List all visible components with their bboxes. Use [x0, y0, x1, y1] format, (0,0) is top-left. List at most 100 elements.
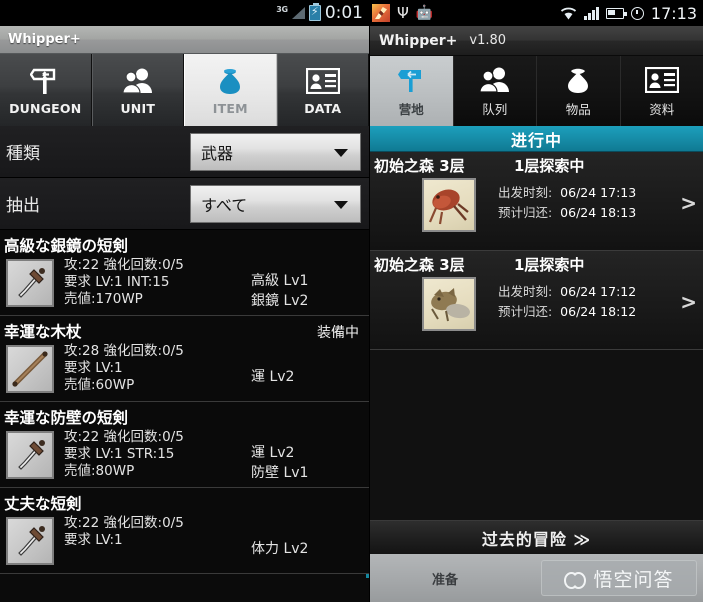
mission-location: 初始之森 3层: [374, 256, 465, 274]
item-name: 高級な銀鏡の短剣: [4, 237, 129, 255]
item-stats: 攻:28 強化回数:0/5 要求 LV:1 売値:60WP: [54, 343, 251, 394]
status-clock: 17:13: [650, 3, 697, 23]
item-tags: 運 Lv2: [251, 343, 369, 397]
tab-dungeon-label: DUNGEON: [9, 101, 82, 116]
right-status-bar: Ψ 🤖 17:13: [370, 0, 703, 26]
item-attack: 攻:28 強化回数:0/5: [64, 343, 184, 359]
mission-status: 1层探索中: [514, 256, 585, 274]
tab-item-label: ITEM: [212, 101, 248, 116]
right-tab-bar[interactable]: 营地 队列 物品 资料: [370, 56, 703, 126]
mission-location: 初始之森 3层: [374, 157, 465, 175]
item-stats: 攻:22 強化回数:0/5 要求 LV:1 INT:15 売値:170WP: [54, 257, 251, 308]
item-name: 丈夫な短剣: [4, 495, 82, 513]
filter-type-label: 種類: [6, 144, 40, 164]
mission-times: 出发时刻: 06/24 17:13 预计归还: 06/24 18:13: [476, 178, 636, 232]
mission-row[interactable]: 初始之森 3层 1层探索中 出发时刻: 06/24 17:12 预计归还: 06…: [370, 251, 703, 350]
battery-icon: [605, 7, 627, 19]
dagger-icon: [6, 259, 54, 307]
right-title-bar: Whipper+ v1.80: [370, 26, 703, 56]
tab-items-label: 物品: [565, 102, 591, 117]
mission-status: 1层探索中: [514, 157, 585, 175]
past-adventures-button[interactable]: 过去的冒险 ≫: [370, 520, 703, 554]
item-requirement: 要求 LV:1 INT:15: [64, 274, 170, 290]
status-clock: 0:01: [324, 3, 363, 23]
filter-extract-value: すべて: [201, 195, 248, 215]
item-attack: 攻:22 強化回数:0/5: [64, 257, 184, 273]
list-item[interactable]: 高級な銀鏡の短剣 攻:22 強化回数:0/5 要求 LV:1 INT:15 売値…: [0, 230, 369, 316]
android-robot-icon: 🤖: [415, 5, 434, 21]
item-price: 売値:170WP: [64, 291, 143, 307]
item-tag: 防壁 Lv1: [251, 465, 309, 481]
tab-item[interactable]: ITEM: [184, 54, 277, 126]
prepare-label: 准备: [432, 572, 459, 588]
tab-profile[interactable]: 资料: [620, 56, 703, 126]
monster-portrait-icon: [422, 277, 476, 331]
item-tag: 運 Lv2: [251, 445, 295, 461]
dual-phone-screenshot: 3G 0:01 Whipper+ DUNGEON: [0, 0, 703, 602]
tab-profile-label: 资料: [649, 102, 675, 117]
item-header: 幸運な木杖 装備中: [0, 318, 369, 343]
mission-return: 预计归还: 06/24 18:13: [498, 205, 637, 220]
item-list[interactable]: 高級な銀鏡の短剣 攻:22 強化回数:0/5 要求 LV:1 INT:15 売値…: [0, 230, 369, 578]
item-attack: 攻:22 強化回数:0/5: [64, 515, 184, 531]
right-phone-panel: Ψ 🤖 17:13 Whipper+ v1.80 营地 队列 物品 资料 进行中…: [369, 0, 703, 602]
tab-camp[interactable]: 营地: [370, 56, 454, 126]
mission-row[interactable]: 初始之森 3层 1层探索中 出发时刻: 06/24 17:13 预计归还: 06…: [370, 152, 703, 251]
left-title-bar: Whipper+: [0, 26, 369, 54]
item-tag: 高級 Lv1: [251, 273, 309, 289]
filter-row-extract: 抽出 すべて: [0, 178, 369, 230]
tab-dungeon[interactable]: DUNGEON: [0, 54, 92, 126]
item-equipped-badge: 装備中: [317, 325, 359, 341]
battery-charging-icon: [308, 3, 321, 21]
item-tag: 運 Lv2: [251, 369, 295, 385]
mission-body: 出发时刻: 06/24 17:13 预计归还: 06/24 18:13: [370, 178, 703, 232]
item-attack: 攻:22 強化回数:0/5: [64, 429, 184, 445]
signpost-icon: [30, 64, 60, 98]
item-body: 攻:28 強化回数:0/5 要求 LV:1 売値:60WP 運 Lv2: [0, 343, 369, 397]
tab-items[interactable]: 物品: [537, 56, 621, 126]
tab-camp-label: 营地: [398, 102, 424, 117]
tab-unit-label: UNIT: [120, 101, 156, 116]
left-tab-bar[interactable]: DUNGEON UNIT ITEM DATA: [0, 54, 369, 126]
tab-queue[interactable]: 队列: [453, 56, 537, 126]
item-name: 幸運な木杖: [4, 323, 82, 341]
item-header: 丈夫な短剣: [0, 490, 369, 515]
android-system-bar: 准备 悟空问答: [370, 554, 703, 602]
banner-title: 进行中: [510, 130, 562, 150]
watermark: 悟空问答: [541, 560, 697, 596]
money-bag-icon: [215, 64, 245, 98]
list-item[interactable]: 丈夫な短剣 攻:22 強化回数:0/5 要求 LV:1 体力 Lv2: [0, 488, 369, 574]
dagger-icon: [6, 517, 54, 565]
app-title: Whipper+: [8, 32, 81, 47]
item-tags: 体力 Lv2: [251, 515, 369, 569]
list-item[interactable]: 幸運な防壁の短剣 攻:22 強化回数:0/5 要求 LV:1 STR:15 売値…: [0, 402, 369, 488]
tab-unit[interactable]: UNIT: [91, 54, 184, 126]
tab-data-label: DATA: [304, 101, 342, 116]
item-tags: 運 Lv2 防壁 Lv1: [251, 429, 369, 483]
watermark-text: 悟空问答: [593, 568, 674, 591]
alarm-clock-icon: [630, 6, 644, 20]
item-header: 高級な銀鏡の短剣: [0, 232, 369, 257]
item-body: 攻:22 強化回数:0/5 要求 LV:1 体力 Lv2: [0, 515, 369, 569]
filter-type-value: 武器: [201, 143, 234, 163]
in-progress-banner: 进行中: [370, 126, 703, 152]
filter-type-select[interactable]: 武器: [190, 132, 361, 171]
money-bag-icon: [563, 64, 593, 96]
list-item[interactable]: 幸運な木杖 装備中 攻:28 強化回数:0/5 要求 LV:1 売値:60WP …: [0, 316, 369, 402]
left-phone-panel: 3G 0:01 Whipper+ DUNGEON: [0, 0, 369, 602]
chevron-right-icon[interactable]: >: [680, 290, 697, 314]
tab-data[interactable]: DATA: [276, 54, 369, 126]
chevron-right-icon[interactable]: >: [680, 191, 697, 215]
item-price: 売値:80WP: [64, 463, 135, 479]
item-header: 幸運な防壁の短剣: [0, 404, 369, 429]
item-tag: 銀鏡 Lv2: [251, 293, 309, 309]
item-requirement: 要求 LV:1 STR:15: [64, 446, 175, 462]
item-requirement: 要求 LV:1: [64, 532, 123, 548]
item-tags: 高級 Lv1 銀鏡 Lv2: [251, 257, 369, 311]
filter-extract-select[interactable]: すべて: [190, 184, 361, 223]
monster-portrait-icon: [422, 178, 476, 232]
item-name: 幸運な防壁の短剣: [4, 409, 129, 427]
app-title: Whipper+: [379, 32, 458, 49]
item-price: 売値:60WP: [64, 377, 135, 393]
usb-debug-icon: Ψ: [397, 3, 409, 22]
